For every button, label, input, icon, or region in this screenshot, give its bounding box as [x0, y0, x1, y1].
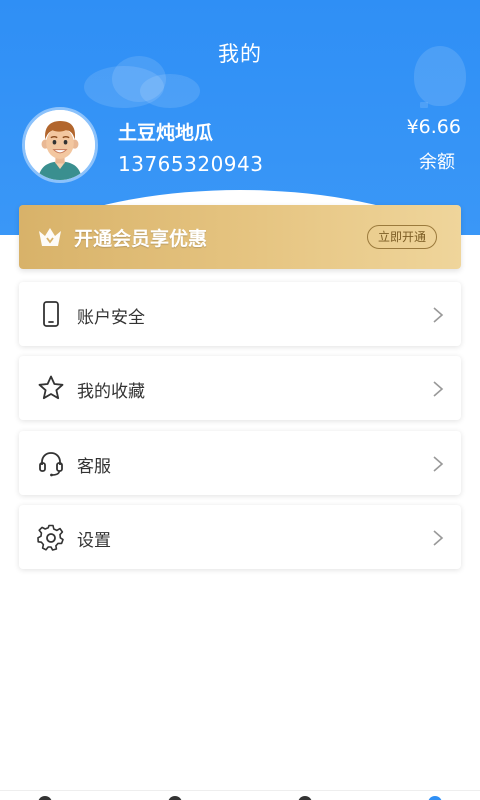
headset-icon [37, 449, 65, 477]
gear-icon [37, 523, 65, 551]
menu-item-customer-service[interactable]: 客服 [19, 431, 461, 495]
star-icon [37, 374, 65, 402]
phone-number: 13765320943 [118, 152, 264, 176]
menu-item-label: 我的收藏 [77, 382, 145, 402]
menu-item-label: 账户安全 [77, 308, 145, 328]
vip-banner[interactable]: 开通会员享优惠 立即开通 [19, 205, 461, 269]
username: 土豆炖地瓜 [118, 122, 214, 144]
menu-item-favorites[interactable]: 我的收藏 [19, 356, 461, 420]
chevron-right-icon [432, 306, 444, 324]
phone-icon [37, 300, 65, 328]
balloon-basket-decoration [420, 102, 428, 108]
vip-open-button[interactable]: 立即开通 [366, 225, 437, 249]
cloud-decoration [140, 74, 200, 108]
profile-header: 我的 土豆炖地瓜 13765320943 ¥6.66 余额 [0, 0, 480, 235]
chevron-right-icon [432, 455, 444, 473]
avatar-illustration [25, 110, 95, 180]
menu-item-label: 设置 [77, 531, 111, 551]
balance-amount[interactable]: ¥6.66 [407, 116, 461, 138]
page-title: 我的 [218, 42, 262, 66]
vip-promo-text: 开通会员享优惠 [74, 228, 208, 250]
chevron-right-icon [432, 529, 444, 547]
chevron-right-icon [432, 380, 444, 398]
menu-item-label: 客服 [77, 457, 111, 477]
crown-icon [37, 225, 63, 249]
bottom-tab-bar [0, 790, 480, 800]
avatar[interactable] [22, 107, 98, 183]
menu-item-account-security[interactable]: 账户安全 [19, 282, 461, 346]
menu-item-settings[interactable]: 设置 [19, 505, 461, 569]
balance-label[interactable]: 余额 [419, 148, 455, 174]
